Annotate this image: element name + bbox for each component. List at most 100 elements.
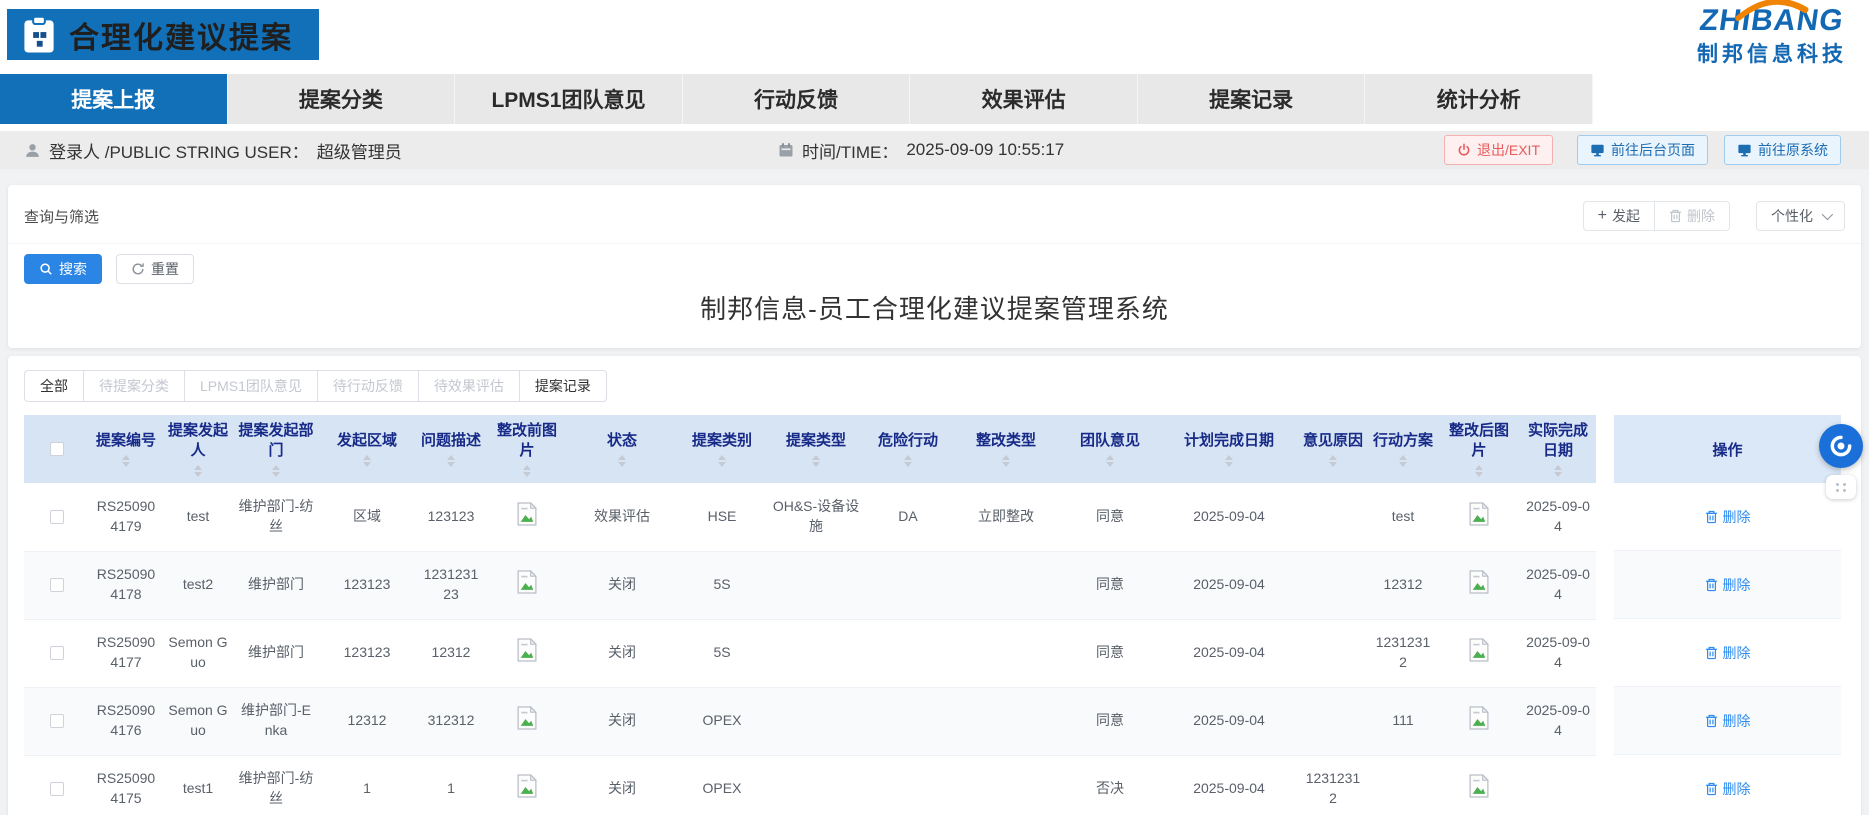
image-placeholder-icon[interactable] <box>1469 706 1489 736</box>
col-undefined[interactable]: 实际完成日期 <box>1520 415 1596 483</box>
cell-pre_image <box>486 687 568 755</box>
tab-4[interactable]: 行动反馈 <box>683 74 911 124</box>
delete-button[interactable]: 删除 <box>1655 201 1730 231</box>
image-placeholder-icon[interactable] <box>517 502 537 532</box>
cell-opinion_reason <box>1298 687 1368 755</box>
filter-button-5[interactable]: 待效果评估 <box>418 370 520 402</box>
person-icon <box>24 142 41 159</box>
filter-button-4[interactable]: 待行动反馈 <box>317 370 419 402</box>
row-checkbox[interactable] <box>50 510 64 524</box>
go-backend-label: 前往后台页面 <box>1611 140 1695 160</box>
image-placeholder-icon[interactable] <box>517 638 537 668</box>
cell-desc: 123123 <box>416 483 486 551</box>
image-placeholder-icon[interactable] <box>1469 774 1489 804</box>
cell-dept: 维护部门 <box>234 619 318 687</box>
col-dept[interactable]: 提案发起人 <box>162 415 234 483</box>
sort-carets-icon <box>523 465 531 477</box>
col-area[interactable]: 提案发起部门 <box>234 415 318 483</box>
row-delete-button[interactable]: 删除 <box>1705 507 1751 527</box>
filter-button-2[interactable]: 待提案分类 <box>83 370 185 402</box>
cell-plan_date: 2025-09-04 <box>1160 619 1298 687</box>
cell-post_image <box>1438 551 1520 619</box>
image-placeholder-icon[interactable] <box>1469 638 1489 668</box>
search-button-label: 搜索 <box>59 259 87 279</box>
assistant-icon[interactable] <box>1819 424 1863 468</box>
col-danger[interactable]: 提案类型 <box>768 415 864 483</box>
sort-carets-icon <box>272 465 280 477</box>
row-checkbox[interactable] <box>50 714 64 728</box>
col-label: 团队意见 <box>1080 431 1140 451</box>
cell-proposer: test <box>162 483 234 551</box>
image-placeholder-icon[interactable] <box>517 774 537 804</box>
cell-pre_image <box>486 551 568 619</box>
image-placeholder-icon[interactable] <box>517 706 537 736</box>
cell-danger <box>864 551 952 619</box>
image-placeholder-icon[interactable] <box>517 570 537 600</box>
sort-carets-icon <box>618 455 626 467</box>
launch-button[interactable]: + 发起 <box>1583 201 1655 231</box>
col-pre_image[interactable]: 问题描述 <box>416 415 486 483</box>
filter-button-6[interactable]: 提案记录 <box>519 370 607 402</box>
cell-area: 123123 <box>318 551 416 619</box>
app-header: 合理化建议提案 ZHIBANG 制邦信息科技 <box>0 0 1869 74</box>
cell-plan_date: 2025-09-04 <box>1160 687 1298 755</box>
col-status[interactable]: 整改前图片 <box>486 415 568 483</box>
col-desc[interactable]: 发起区域 <box>318 415 416 483</box>
col-proposer[interactable]: 提案编号 <box>90 415 162 483</box>
cell-type <box>768 755 864 815</box>
vertical-scrollbar-track[interactable] <box>1596 415 1614 815</box>
col-post_image[interactable]: 行动方案 <box>1368 415 1438 483</box>
col-plan_date[interactable]: 团队意见 <box>1060 415 1160 483</box>
col-action_plan[interactable]: 意见原因 <box>1298 415 1368 483</box>
row-delete-button[interactable]: 删除 <box>1705 575 1751 595</box>
tab-3[interactable]: LPMS1团队意见 <box>455 74 683 124</box>
col-label: 问题描述 <box>421 431 481 451</box>
cell-desc: 1 <box>416 755 486 815</box>
row-checkbox[interactable] <box>50 782 64 796</box>
search-button[interactable]: 搜索 <box>24 254 102 284</box>
col-label: 计划完成日期 <box>1184 431 1274 451</box>
drag-dots-icon[interactable] <box>1826 475 1856 499</box>
tab-2[interactable]: 提案分类 <box>228 74 456 124</box>
personalize-button[interactable]: 个性化 <box>1756 201 1845 231</box>
row-delete-button[interactable]: 删除 <box>1705 779 1751 799</box>
col-category[interactable]: 状态 <box>568 415 676 483</box>
row-checkbox[interactable] <box>50 646 64 660</box>
go-origin-label: 前往原系统 <box>1758 140 1828 160</box>
col-opinion_reason[interactable]: 计划完成日期 <box>1160 415 1298 483</box>
tab-6[interactable]: 提案记录 <box>1138 74 1366 124</box>
row-delete-label: 删除 <box>1723 507 1751 527</box>
cell-post_image <box>1438 687 1520 755</box>
filter-button-1[interactable]: 全部 <box>24 370 84 402</box>
row-delete-button[interactable]: 删除 <box>1705 711 1751 731</box>
cell-team_opinion: 否决 <box>1060 755 1160 815</box>
cell-opinion_reason: 12312312 <box>1298 755 1368 815</box>
col-team_opinion[interactable]: 整改类型 <box>952 415 1060 483</box>
cell-opinion_reason <box>1298 483 1368 551</box>
table-header-row: 提案编号提案发起人提案发起部门发起区域问题描述整改前图片状态提案类别提案类型危险… <box>24 415 1596 483</box>
col-actual_date[interactable]: 整改后图片 <box>1438 415 1520 483</box>
tab-1[interactable]: 提案上报 <box>0 74 228 124</box>
cell-type: OH&S-设备设施 <box>768 483 864 551</box>
row-select-cell <box>24 551 90 619</box>
image-placeholder-icon[interactable] <box>1469 570 1489 600</box>
reset-button-label: 重置 <box>151 259 179 279</box>
go-origin-button[interactable]: 前往原系统 <box>1724 135 1841 165</box>
reset-button[interactable]: 重置 <box>116 254 194 284</box>
cell-area: 1 <box>318 755 416 815</box>
col-rect_type[interactable]: 危险行动 <box>864 415 952 483</box>
select-all-checkbox[interactable] <box>50 442 64 456</box>
go-backend-button[interactable]: 前往后台页面 <box>1577 135 1708 165</box>
col-type[interactable]: 提案类别 <box>676 415 768 483</box>
trash-icon <box>1705 714 1718 728</box>
filter-button-3[interactable]: LPMS1团队意见 <box>184 370 318 402</box>
sort-carets-icon <box>1225 455 1233 467</box>
row-checkbox[interactable] <box>50 578 64 592</box>
exit-button[interactable]: 退出/EXIT <box>1444 135 1553 165</box>
tab-7[interactable]: 统计分析 <box>1365 74 1593 124</box>
brand-name-text: ZHIBANG <box>1698 4 1846 37</box>
tab-5[interactable]: 效果评估 <box>910 74 1138 124</box>
row-delete-button[interactable]: 删除 <box>1705 643 1751 663</box>
image-placeholder-icon[interactable] <box>1469 502 1489 532</box>
brand-name: ZHIBANG <box>1698 4 1846 37</box>
